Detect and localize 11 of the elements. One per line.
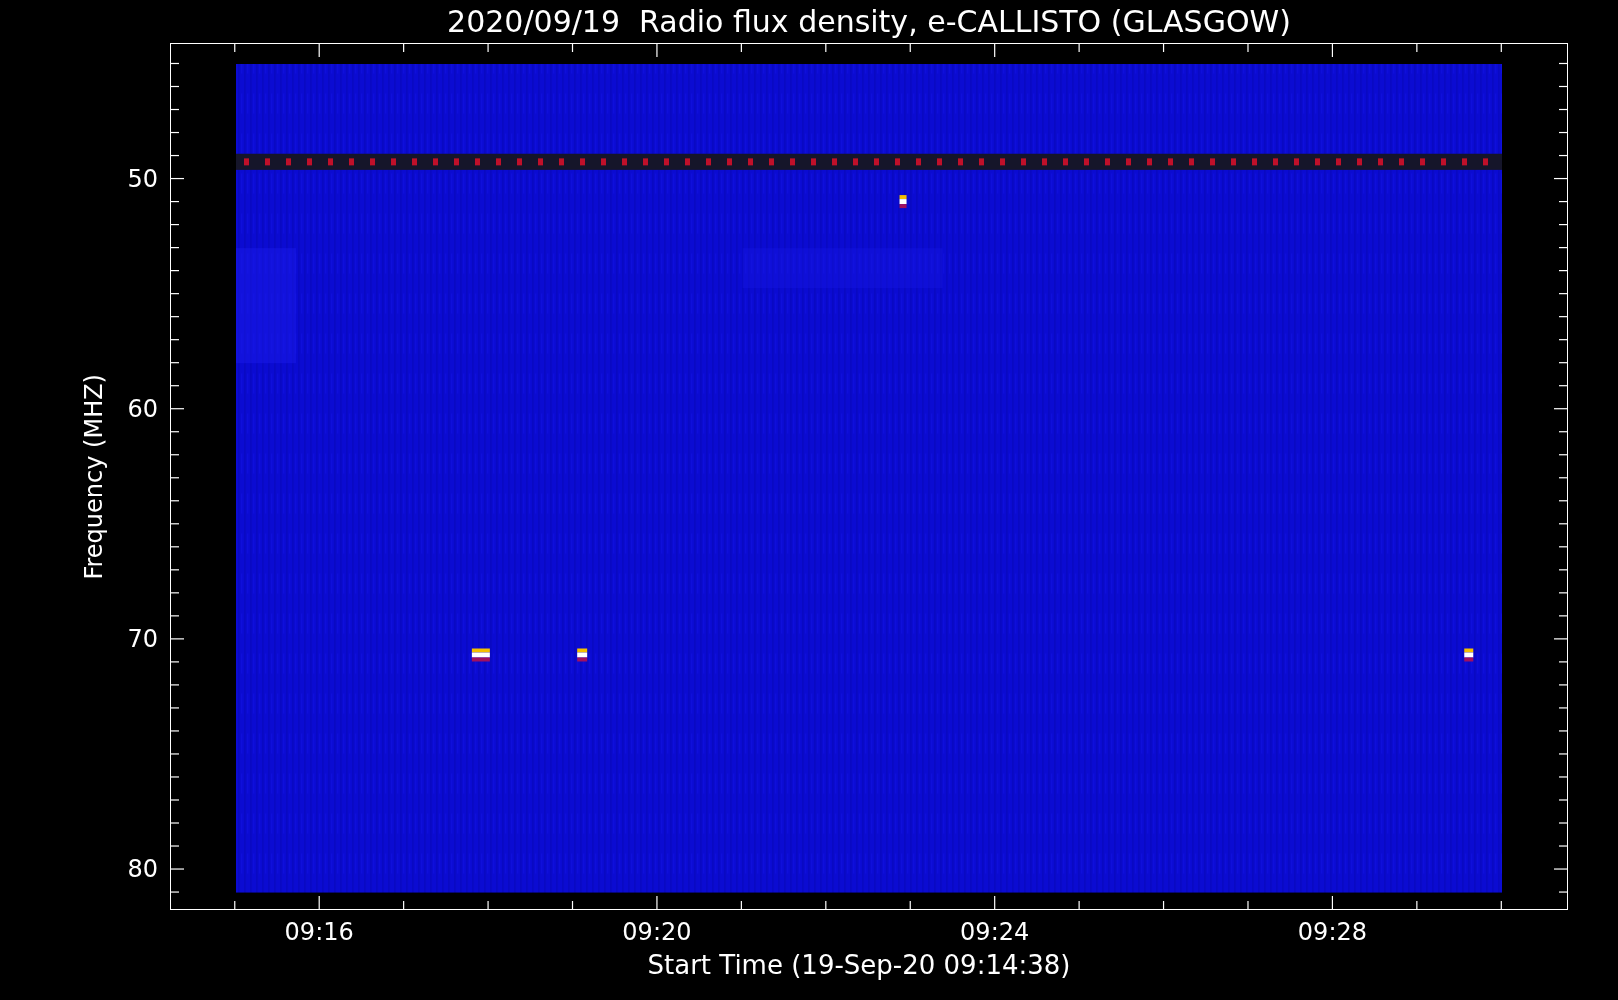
x-tick-label: 09:24 bbox=[960, 920, 1030, 944]
x-tick-label: 09:16 bbox=[284, 920, 354, 944]
y-tick-label: 70 bbox=[127, 626, 158, 651]
y-axis-label: Frequency (MHZ) bbox=[80, 373, 108, 580]
y-tick-label: 50 bbox=[127, 166, 158, 191]
x-tick-label: 09:28 bbox=[1297, 920, 1367, 944]
y-tick-label: 80 bbox=[127, 857, 158, 882]
chart-title: 2020/09/19 Radio flux density, e-CALLISTO (GLASGOW) bbox=[447, 6, 1291, 37]
x-axis-label: Start Time (19-Sep-20 09:14:38) bbox=[647, 952, 1071, 982]
x-tick-label: 09:20 bbox=[622, 920, 692, 944]
y-tick-label: 60 bbox=[127, 396, 158, 421]
